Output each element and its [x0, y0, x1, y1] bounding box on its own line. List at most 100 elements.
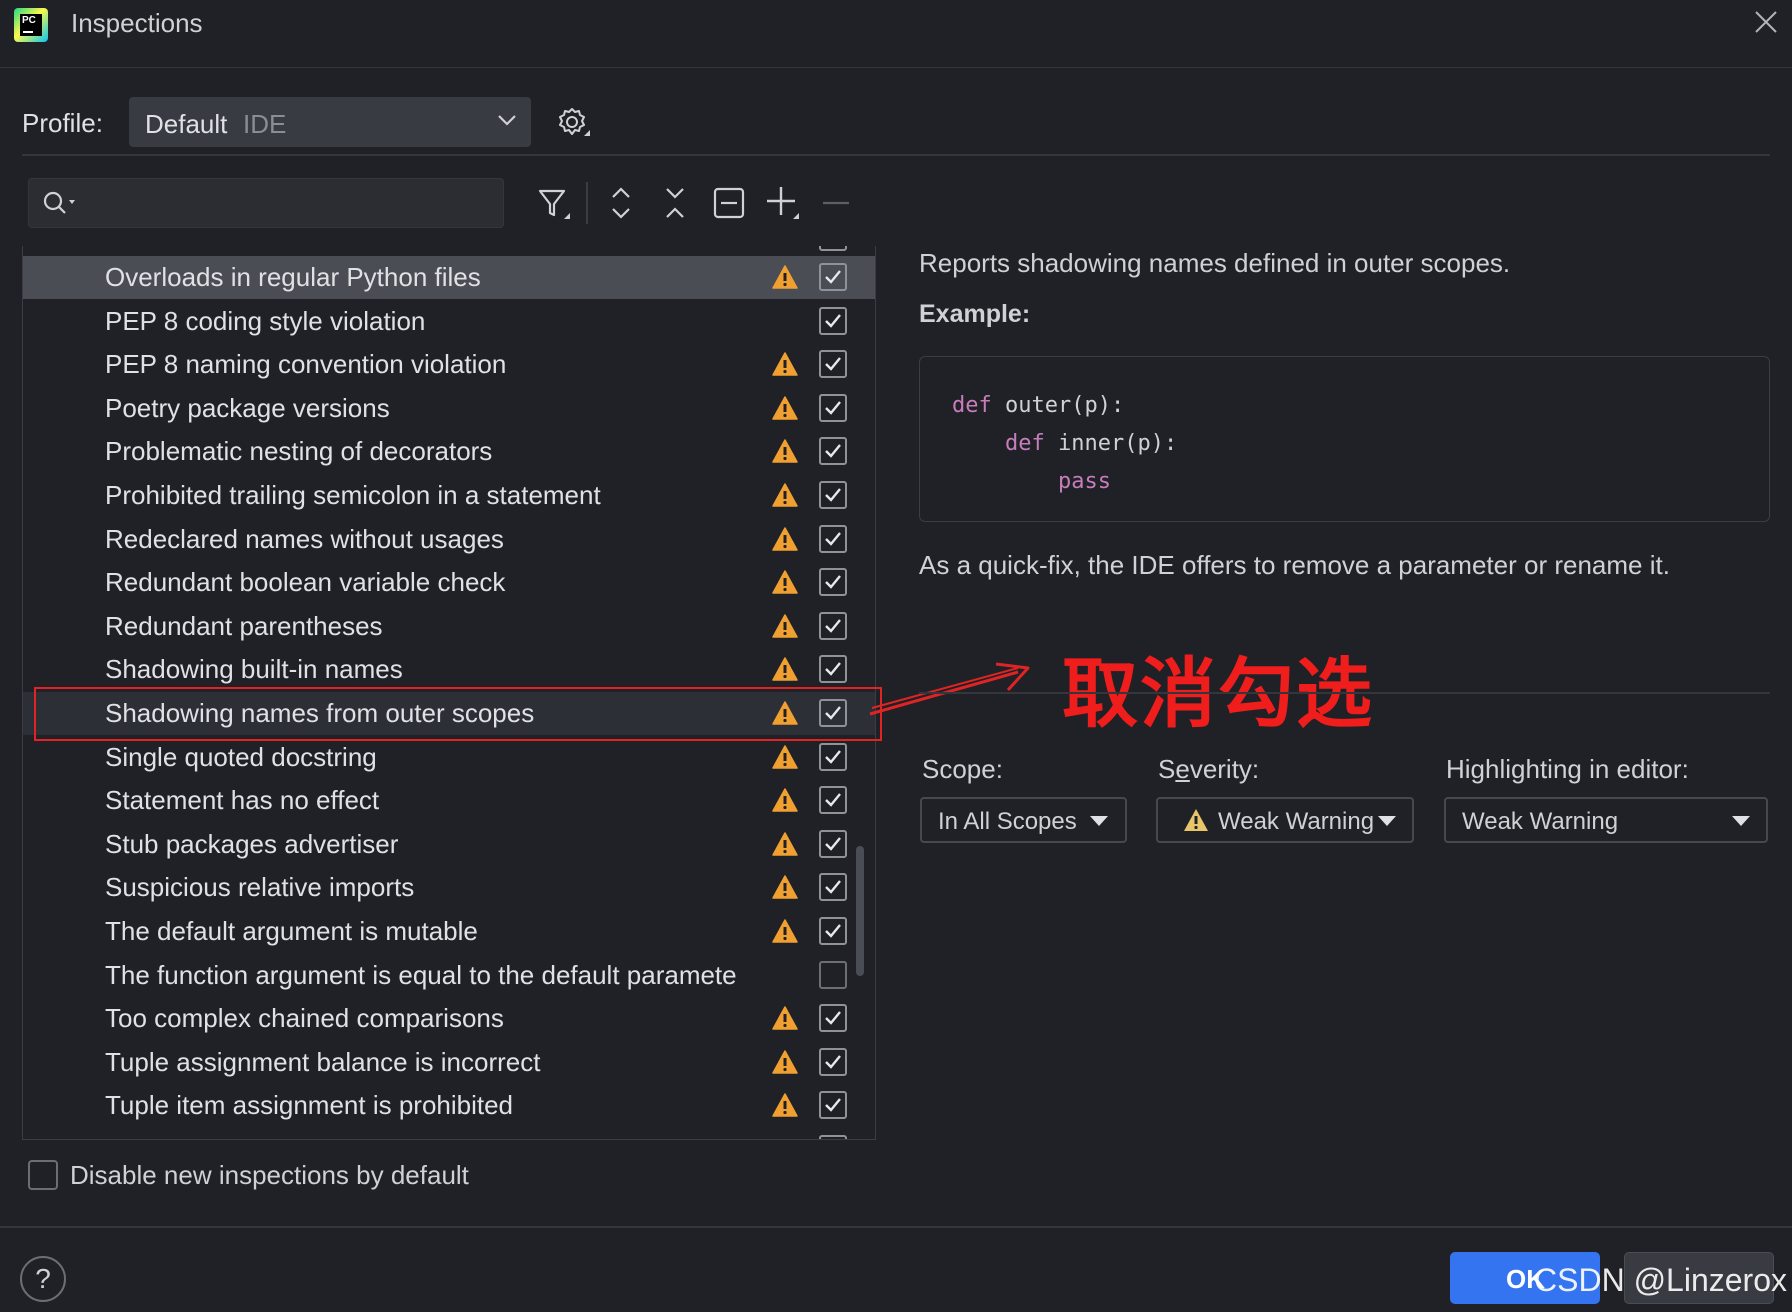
- profile-dropdown[interactable]: Default IDE: [129, 97, 531, 147]
- inspection-checkbox[interactable]: [819, 611, 847, 640]
- inspection-row[interactable]: Prohibited trailing semicolon in a state…: [23, 474, 875, 517]
- inspection-row[interactable]: Poetry package versions: [23, 387, 875, 430]
- warning-icon: [771, 1049, 799, 1075]
- checkbox[interactable]: [819, 246, 847, 251]
- inspection-checkbox[interactable]: [819, 960, 847, 989]
- collapse-all-icon[interactable]: [655, 183, 695, 223]
- inspection-checkbox[interactable]: [819, 873, 847, 902]
- inspection-checkbox[interactable]: [819, 1047, 847, 1076]
- dropdown-arrow-icon: [1732, 816, 1750, 826]
- divider: [0, 1226, 1792, 1228]
- inspection-row[interactable]: Tuple item assignment is prohibited: [23, 1084, 875, 1127]
- warning-icon: [771, 874, 799, 900]
- disable-new-inspections-label: Disable new inspections by default: [70, 1160, 469, 1190]
- inspection-label: Prohibited trailing semicolon in a state…: [105, 480, 601, 510]
- inspection-checkbox[interactable]: [819, 263, 847, 291]
- example-heading: Example:: [919, 300, 1031, 328]
- inspection-label: PEP 8 coding style violation: [105, 305, 426, 336]
- inspection-label: Statement has no effect: [105, 785, 380, 816]
- warning-icon: [771, 1005, 799, 1031]
- profile-value: Default: [145, 109, 228, 139]
- filter-icon[interactable]: [534, 183, 574, 223]
- inspection-row[interactable]: The function argument is equal to the de…: [23, 954, 875, 997]
- inspection-checkbox[interactable]: [819, 786, 847, 815]
- scope-value: In All Scopes: [938, 808, 1077, 835]
- inspection-row[interactable]: The default argument is mutable: [23, 910, 875, 953]
- inspection-label: PEP 8 naming convention violation: [105, 349, 507, 380]
- inspection-checkbox[interactable]: [819, 1091, 847, 1120]
- inspection-checkbox[interactable]: [819, 350, 847, 379]
- help-button[interactable]: ?: [20, 1256, 66, 1302]
- remove-icon[interactable]: [817, 183, 857, 223]
- inspection-label: Tuple item assignment is prohibited: [105, 1090, 514, 1121]
- inspection-checkbox[interactable]: [819, 829, 847, 858]
- tree-scrollbar[interactable]: [856, 846, 864, 976]
- description-summary: Reports shadowing names defined in outer…: [919, 248, 1511, 278]
- inspection-label: Redundant boolean variable check: [105, 567, 506, 598]
- profile-sub: IDE: [243, 109, 287, 139]
- reset-icon[interactable]: [709, 183, 749, 223]
- inspection-label: Stub packages advertiser: [105, 828, 399, 859]
- highlighting-dropdown[interactable]: Weak Warning: [1444, 797, 1768, 843]
- inspection-checkbox[interactable]: [819, 306, 847, 335]
- warning-icon: [771, 264, 799, 290]
- inspection-row[interactable]: Tuple assignment balance is incorrect: [23, 1041, 875, 1084]
- search-box[interactable]: [28, 178, 504, 228]
- inspection-row[interactable]: Suspicious relative imports: [23, 866, 875, 909]
- annotation-label: 取消勾选: [1062, 649, 1374, 738]
- inspection-checkbox[interactable]: [819, 524, 847, 553]
- severity-label: Severity:: [1158, 754, 1259, 785]
- severity-dropdown[interactable]: Weak Warning: [1156, 797, 1414, 843]
- chevron-down-icon: [497, 113, 517, 132]
- severity-label-part: verity:: [1189, 754, 1260, 784]
- divider: [919, 692, 1770, 694]
- disable-new-inspections-checkbox[interactable]: [28, 1160, 58, 1190]
- severity-label-mnemonic: e: [1175, 754, 1190, 784]
- inspection-label: Tuple assignment balance is incorrect: [105, 1046, 541, 1077]
- inspection-row[interactable]: Redeclared names without usages: [23, 518, 875, 561]
- inspection-row[interactable]: Overloads in regular Python files: [23, 256, 875, 299]
- list-item[interactable]: [23, 1128, 875, 1139]
- add-icon[interactable]: [763, 183, 803, 223]
- warning-icon: [771, 831, 799, 857]
- search-icon: [41, 189, 81, 224]
- inspection-checkbox[interactable]: [819, 917, 847, 945]
- warning-icon: [771, 1092, 799, 1118]
- inspection-checkbox[interactable]: [819, 1004, 847, 1033]
- warning-icon: [771, 438, 799, 464]
- inspection-row[interactable]: Redundant boolean variable check: [23, 561, 875, 604]
- inspection-checkbox[interactable]: [819, 655, 847, 684]
- close-icon[interactable]: [1752, 8, 1780, 36]
- inspection-checkbox[interactable]: [819, 568, 847, 597]
- inspection-checkbox[interactable]: [819, 437, 847, 466]
- warning-icon: [771, 613, 799, 639]
- inspection-row[interactable]: PEP 8 coding style violation: [23, 300, 875, 343]
- divider: [22, 154, 1770, 156]
- inspection-row[interactable]: Too complex chained comparisons: [23, 997, 875, 1040]
- inspection-row[interactable]: Shadowing built-in names: [23, 648, 875, 691]
- gear-icon[interactable]: [556, 106, 592, 142]
- inspection-label: Single quoted docstring: [105, 741, 377, 772]
- inspection-row[interactable]: PEP 8 naming convention violation: [23, 343, 875, 386]
- inspection-checkbox[interactable]: [819, 481, 847, 509]
- inspection-row[interactable]: Stub packages advertiser: [23, 823, 875, 866]
- inspection-row[interactable]: Statement has no effect: [23, 779, 875, 822]
- warning-icon: [1182, 807, 1210, 838]
- inspection-row[interactable]: Single quoted docstring: [23, 736, 875, 779]
- inspection-checkbox[interactable]: [819, 393, 847, 422]
- inspection-label: The function argument is equal to the de…: [105, 959, 737, 990]
- search-input[interactable]: [89, 187, 489, 219]
- inspection-checkbox[interactable]: [819, 742, 847, 771]
- checkbox[interactable]: [819, 1135, 847, 1139]
- code-keyword: def: [1004, 431, 1045, 456]
- inspection-label: Poetry package versions: [105, 392, 390, 423]
- expand-all-icon[interactable]: [601, 183, 641, 223]
- code-example: def outer(p): def inner(p): pass: [919, 356, 1770, 522]
- inspection-row[interactable]: Problematic nesting of decorators: [23, 430, 875, 473]
- scope-dropdown[interactable]: In All Scopes: [920, 797, 1127, 843]
- warning-icon: [771, 482, 799, 508]
- warning-icon: [771, 395, 799, 421]
- inspection-row[interactable]: Redundant parentheses: [23, 605, 875, 648]
- code-keyword: pass: [1057, 469, 1111, 494]
- toolbar-separator: [586, 182, 588, 224]
